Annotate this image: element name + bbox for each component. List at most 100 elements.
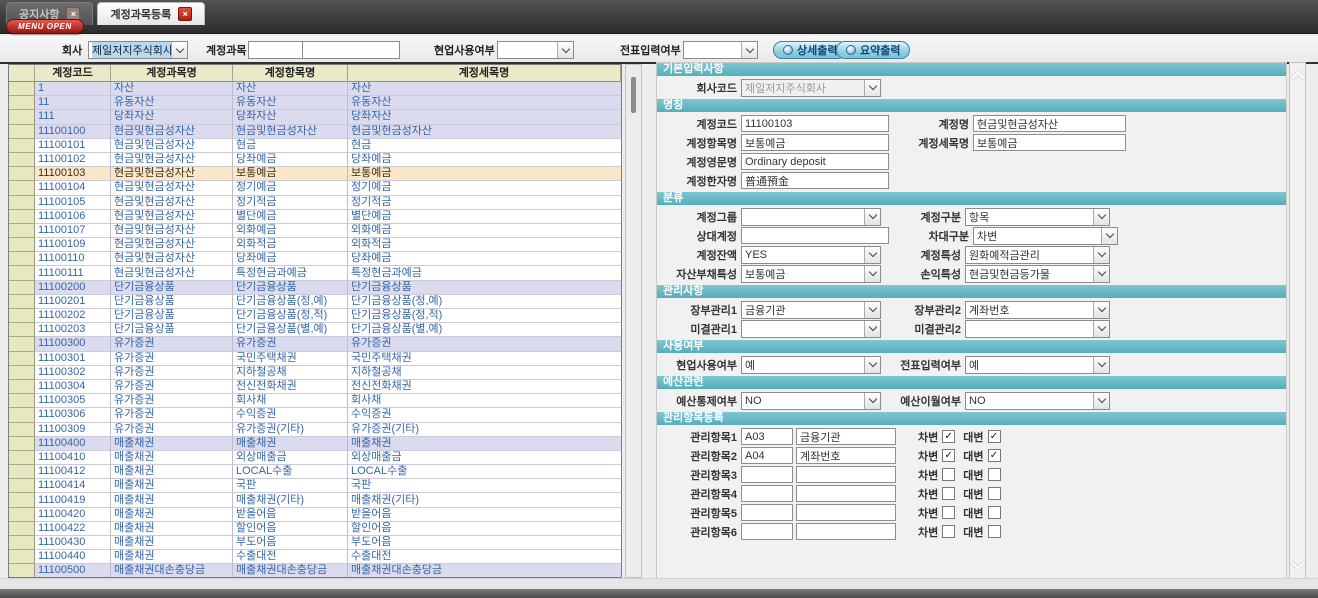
- table-row[interactable]: 11100410매출채권외상매출금외상매출금: [9, 451, 621, 465]
- credit-checkbox[interactable]: [988, 525, 1001, 538]
- mgmt-code-input[interactable]: [741, 523, 793, 540]
- mgmt-name-input[interactable]: 계좌번호: [796, 447, 896, 464]
- credit-checkbox[interactable]: [988, 506, 1001, 519]
- account-detail-name-field[interactable]: 보통예금: [973, 134, 1126, 151]
- field-use-select[interactable]: 예: [741, 356, 881, 374]
- table-row[interactable]: 11100103현금및현금성자산보통예금보통예금: [9, 167, 621, 181]
- header-item-name[interactable]: 계정항목명: [233, 65, 348, 82]
- row-selector[interactable]: [9, 181, 35, 195]
- row-selector[interactable]: [9, 82, 35, 96]
- ledger-mgmt1-select[interactable]: 금융기관: [741, 301, 881, 319]
- table-row[interactable]: 11100200단기금융상품단기금융상품단기금융상품: [9, 281, 621, 295]
- debit-checkbox[interactable]: [942, 525, 955, 538]
- row-selector[interactable]: [9, 196, 35, 210]
- row-selector[interactable]: [9, 125, 35, 139]
- table-row[interactable]: 11100500매출채권대손충당금매출채권대손충당금매출채권대손충당금: [9, 564, 621, 578]
- row-selector[interactable]: [9, 352, 35, 366]
- row-selector[interactable]: [9, 550, 35, 564]
- mgmt-code-input[interactable]: [741, 504, 793, 521]
- table-row[interactable]: 11100419매출채권매출채권(기타)매출채권(기타): [9, 493, 621, 507]
- table-row[interactable]: 11100101현금및현금성자산현금현금: [9, 139, 621, 153]
- ledger-mgmt2-select[interactable]: 계좌번호: [965, 301, 1110, 319]
- header-account-code[interactable]: 계정코드: [35, 65, 111, 82]
- company-select[interactable]: 제일저지주식회사: [88, 41, 188, 59]
- row-selector[interactable]: [9, 423, 35, 437]
- table-row[interactable]: 11100201단기금융상품단기금융상품(정,예)단기금융상품(정,예): [9, 295, 621, 309]
- debit-checkbox[interactable]: [942, 487, 955, 500]
- table-row[interactable]: 11100106현금및현금성자산별단예금별단예금: [9, 210, 621, 224]
- slip-input-select[interactable]: 예: [965, 356, 1110, 374]
- row-selector[interactable]: [9, 493, 35, 507]
- table-row[interactable]: 11100420매출채권받을어음받을어음: [9, 508, 621, 522]
- mgmt-name-input[interactable]: [796, 504, 896, 521]
- mgmt-name-input[interactable]: [796, 466, 896, 483]
- row-selector[interactable]: [9, 210, 35, 224]
- row-selector[interactable]: [9, 139, 35, 153]
- debit-credit-select[interactable]: 차변: [973, 227, 1118, 245]
- row-selector[interactable]: [9, 564, 35, 578]
- row-selector[interactable]: [9, 96, 35, 110]
- table-row[interactable]: 11100105현금및현금성자산정기적금정기적금: [9, 196, 621, 210]
- table-row[interactable]: 11100104현금및현금성자산정기예금정기예금: [9, 181, 621, 195]
- row-selector[interactable]: [9, 479, 35, 493]
- tab-account-register[interactable]: 계정과목등록 ×: [97, 2, 205, 25]
- row-selector[interactable]: [9, 309, 35, 323]
- table-row[interactable]: 11100300유가증권유가증권유가증권: [9, 337, 621, 351]
- mgmt-name-input[interactable]: [796, 485, 896, 502]
- mgmt-name-input[interactable]: 금융기관: [796, 428, 896, 445]
- profit-loss-select[interactable]: 현금및현금등가물: [965, 265, 1110, 283]
- open-mgmt1-select[interactable]: [741, 320, 881, 338]
- row-selector[interactable]: [9, 153, 35, 167]
- header-detail-name[interactable]: 계정세목명: [348, 65, 621, 82]
- mgmt-name-input[interactable]: [796, 523, 896, 540]
- header-account-name[interactable]: 계정과목명: [111, 65, 233, 82]
- row-selector[interactable]: [9, 167, 35, 181]
- row-selector[interactable]: [9, 394, 35, 408]
- table-row[interactable]: 11100400매출채권매출채권매출채권: [9, 437, 621, 451]
- table-row[interactable]: 11100302유가증권지하철공채지하철공채: [9, 366, 621, 380]
- row-selector[interactable]: [9, 323, 35, 337]
- close-icon[interactable]: ×: [178, 7, 192, 21]
- table-row[interactable]: 11100111현금및현금성자산특정현금과예금특정현금과예금: [9, 266, 621, 280]
- table-row[interactable]: 11100412매출채권LOCAL수출LOCAL수출: [9, 465, 621, 479]
- debit-checkbox[interactable]: ✓: [942, 430, 955, 443]
- panel-scrollbar[interactable]: [1289, 62, 1306, 579]
- row-selector[interactable]: [9, 224, 35, 238]
- table-row[interactable]: 11유동자산유동자산유동자산: [9, 96, 621, 110]
- table-row[interactable]: 11100440매출채권수출대전수출대전: [9, 550, 621, 564]
- table-row[interactable]: 11100202단기금융상품단기금융상품(정,적)단기금융상품(정,적): [9, 309, 621, 323]
- row-selector[interactable]: [9, 451, 35, 465]
- row-selector[interactable]: [9, 408, 35, 422]
- account-class-select[interactable]: 항목: [965, 208, 1110, 226]
- row-selector[interactable]: [9, 295, 35, 309]
- scrollbar-thumb[interactable]: [631, 77, 636, 113]
- budget-carryover-select[interactable]: NO: [965, 392, 1110, 410]
- slip-input-filter-select[interactable]: [683, 41, 758, 59]
- debit-checkbox[interactable]: [942, 506, 955, 519]
- account-code-field[interactable]: 11100103: [741, 115, 889, 132]
- table-row[interactable]: 11100414매출채권국판국판: [9, 479, 621, 493]
- mgmt-code-input[interactable]: [741, 485, 793, 502]
- table-row[interactable]: 1자산자산자산: [9, 82, 621, 96]
- table-row[interactable]: 11100110현금및현금성자산당좌예금당좌예금: [9, 252, 621, 266]
- table-row[interactable]: 11100422매출채권할인어음할인어음: [9, 522, 621, 536]
- table-row[interactable]: 11100304유가증권전신전화채권전신전화채권: [9, 380, 621, 394]
- row-selector[interactable]: [9, 366, 35, 380]
- row-selector[interactable]: [9, 281, 35, 295]
- row-selector[interactable]: [9, 337, 35, 351]
- credit-checkbox[interactable]: [988, 468, 1001, 481]
- table-row[interactable]: 11100100현금및현금성자산현금및현금성자산현금및현금성자산: [9, 125, 621, 139]
- mgmt-code-input[interactable]: [741, 466, 793, 483]
- account-english-name-field[interactable]: Ordinary deposit: [741, 153, 889, 170]
- budget-control-select[interactable]: NO: [741, 392, 881, 410]
- open-mgmt2-select[interactable]: [965, 320, 1110, 338]
- account-code-search-input[interactable]: [248, 41, 304, 59]
- row-selector[interactable]: [9, 110, 35, 124]
- account-name-search-input[interactable]: [302, 41, 400, 59]
- row-selector[interactable]: [9, 238, 35, 252]
- table-row[interactable]: 11100305유가증권회사채회사채: [9, 394, 621, 408]
- asset-liability-select[interactable]: 보통예금: [741, 265, 881, 283]
- table-scrollbar[interactable]: [625, 64, 642, 578]
- account-group-select[interactable]: [741, 208, 881, 226]
- credit-checkbox[interactable]: ✓: [988, 430, 1001, 443]
